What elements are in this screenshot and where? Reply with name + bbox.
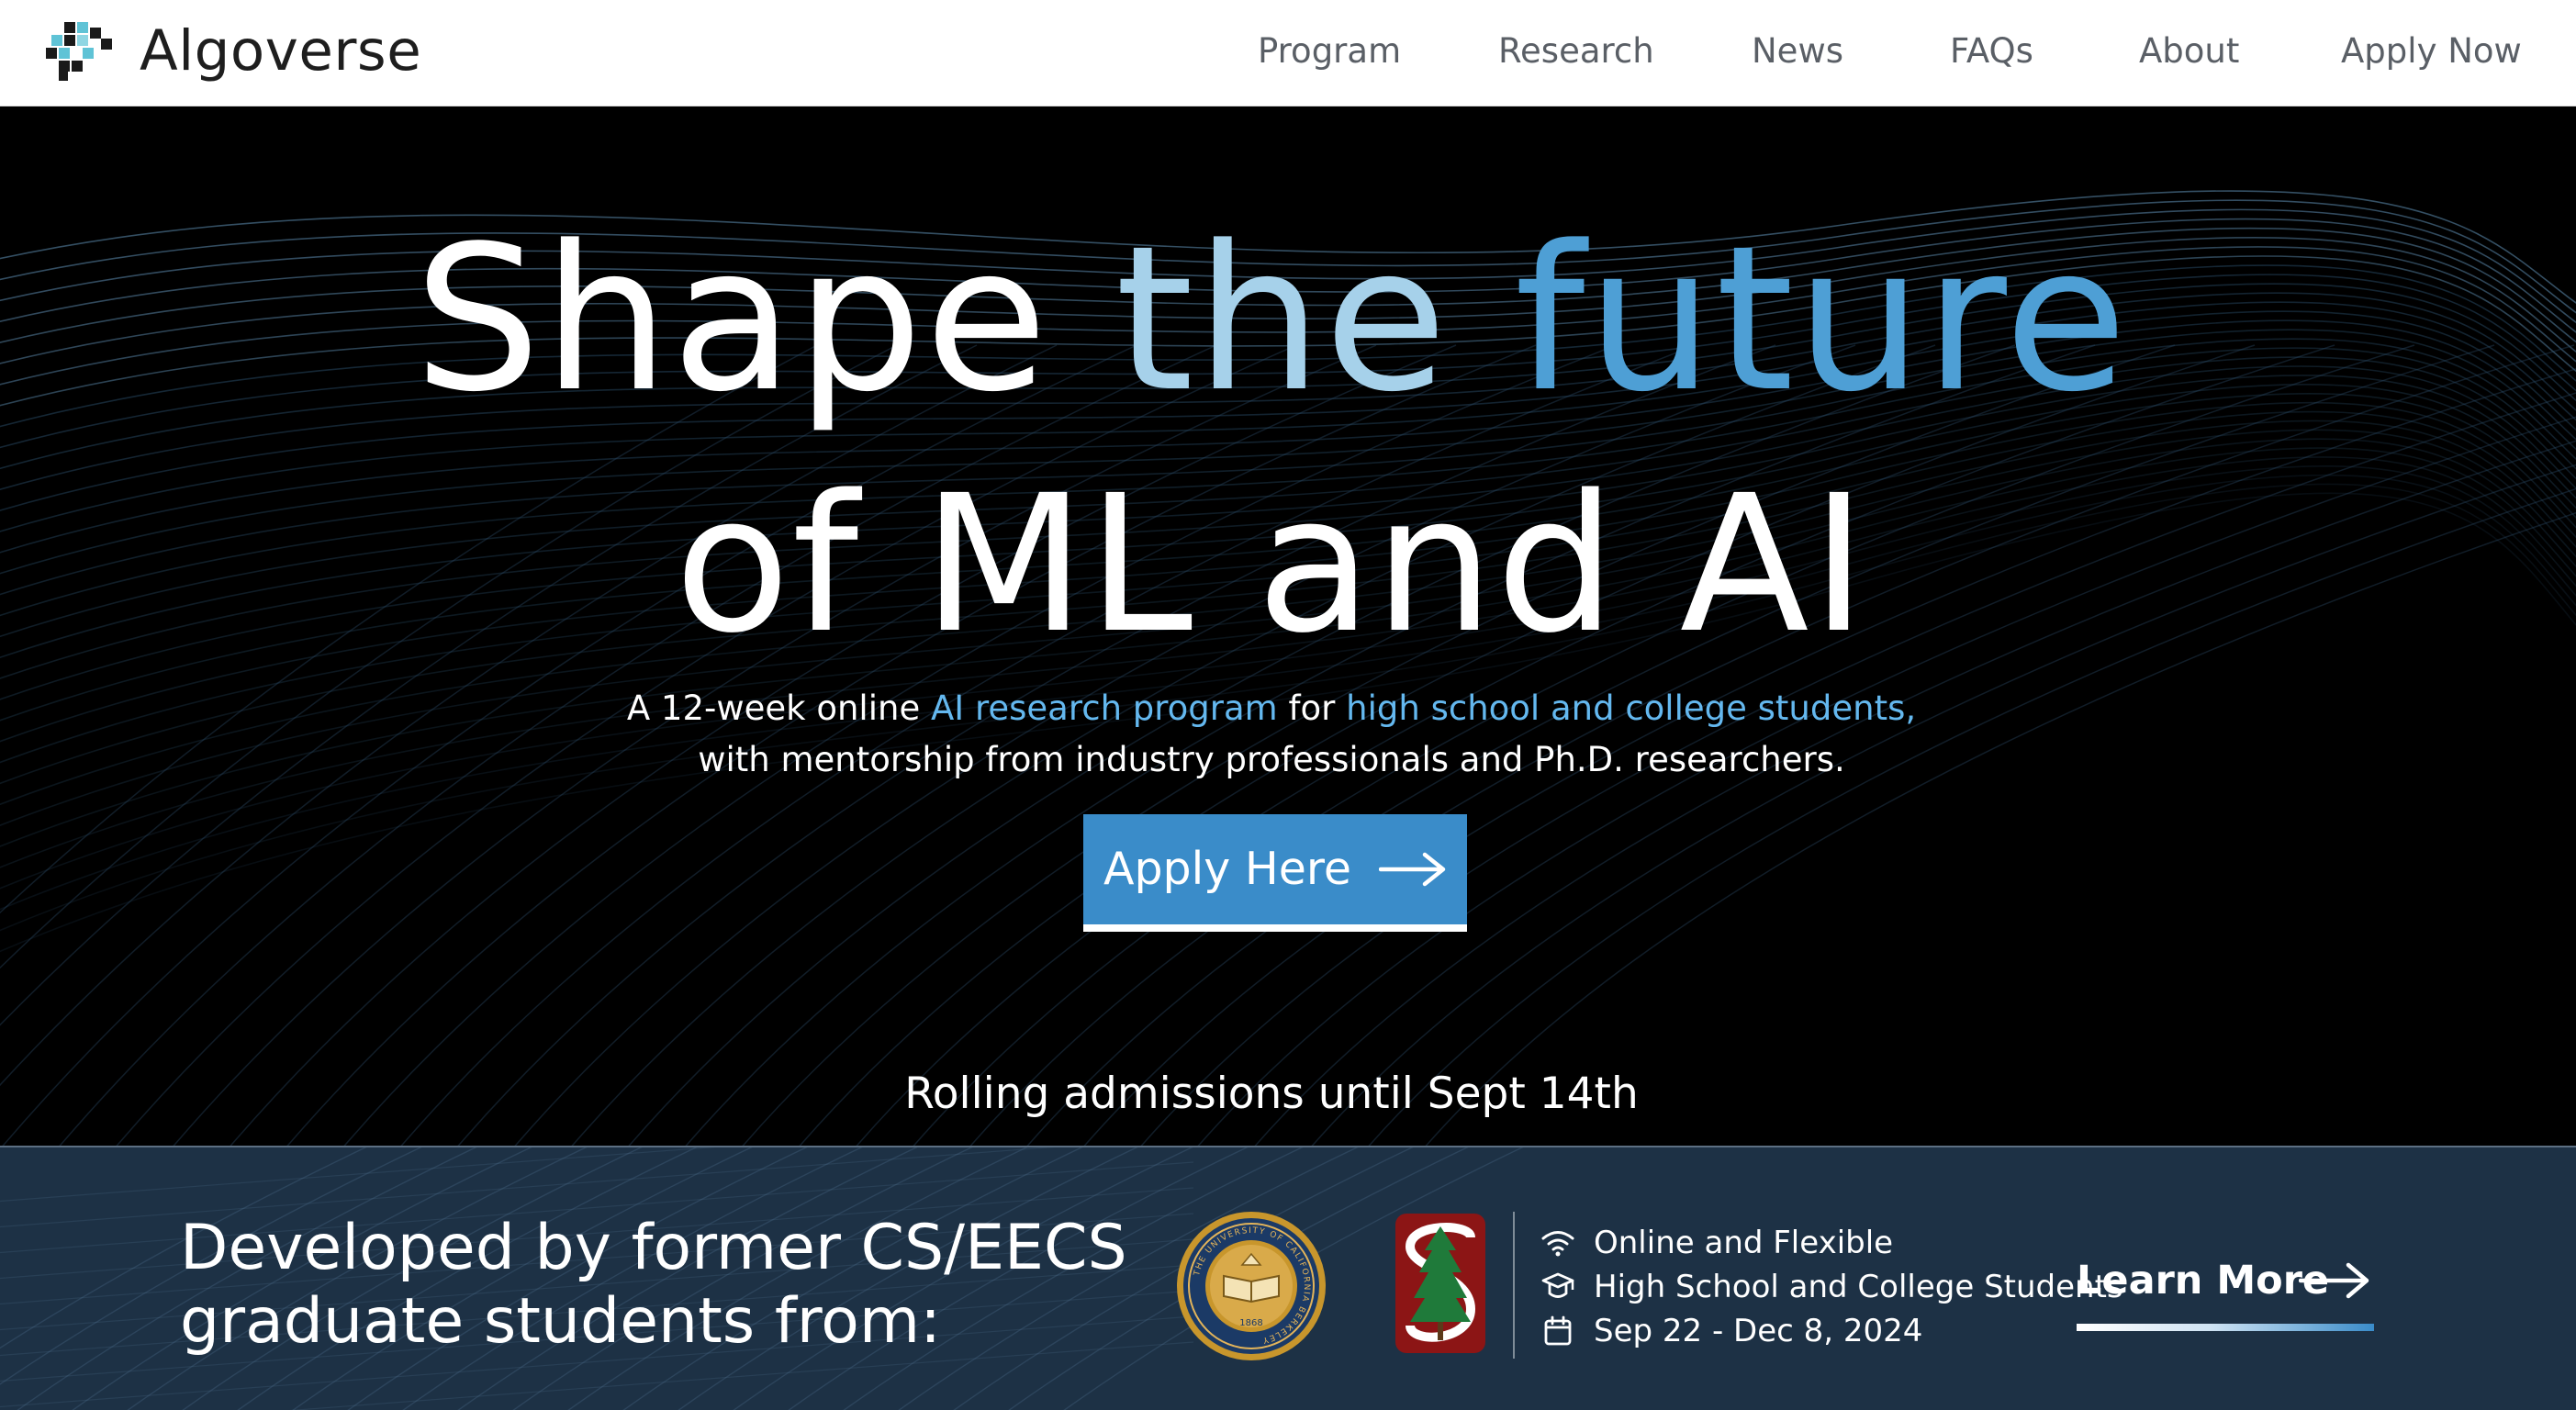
nav-link-faqs[interactable]: FAQs [1950, 29, 2033, 73]
hero-subtitle-line2: with mentorship from industry profession… [698, 740, 1845, 779]
nav-link-research[interactable]: Research [1498, 29, 1654, 73]
uc-berkeley-seal-icon: THE UNIVERSITY OF CALIFORNIA BERKELEY 18… [1177, 1212, 1326, 1360]
info-dates: Sep 22 - Dec 8, 2024 [1540, 1311, 1922, 1351]
stanford-logo-icon [1395, 1214, 1485, 1353]
nav-link-apply-now[interactable]: Apply Now [2341, 29, 2522, 73]
developed-by-band: Developed by former CS/EECS graduate stu… [0, 1146, 2576, 1410]
vertical-divider [1513, 1212, 1515, 1359]
headline-word-future: future [1514, 204, 2130, 436]
headline-word-the: the [1114, 204, 1450, 436]
info-text: Sep 22 - Dec 8, 2024 [1594, 1313, 1923, 1349]
seal-year: 1868 [1239, 1318, 1262, 1328]
top-navigation: Algoverse Program Research News FAQs Abo… [0, 0, 2576, 106]
wifi-icon [1541, 1231, 1574, 1257]
developed-by-line1: Developed by former CS/EECS [180, 1212, 1127, 1284]
info-text: Online and Flexible [1594, 1225, 1894, 1261]
subtitle-text: for [1288, 688, 1336, 728]
nav-link-news[interactable]: News [1752, 29, 1843, 73]
hero-headline-line1: Shape the future [0, 215, 2559, 426]
calendar-icon [1544, 1315, 1572, 1346]
headline-word-shape: Shape [413, 204, 1050, 436]
info-online-flexible: Online and Flexible [1540, 1223, 1893, 1263]
arrow-right-icon [2299, 1262, 2369, 1299]
learn-more-label: Learn More [2077, 1258, 2330, 1304]
subtitle-text: A 12-week online [626, 688, 921, 728]
info-text: High School and College Students [1594, 1269, 2123, 1305]
apply-here-label: Apply Here [1103, 843, 1352, 895]
hero-section: Shape the future of ML and AI A 12-week … [0, 106, 2576, 1146]
nav-link-program[interactable]: Program [1258, 29, 1401, 73]
students-link[interactable]: high school and college students, [1346, 688, 1916, 728]
learn-more-underline [2077, 1324, 2374, 1331]
learn-more-link[interactable]: Learn More [2077, 1248, 2374, 1331]
apply-here-button[interactable]: Apply Here [1083, 814, 1467, 932]
developed-by-line2: graduate students from: [180, 1285, 941, 1358]
developed-by-heading: Developed by former CS/EECS graduate stu… [180, 1212, 1127, 1359]
arrow-right-icon [1379, 852, 1446, 887]
nav-link-about[interactable]: About [2139, 29, 2239, 73]
ai-research-program-link[interactable]: AI research program [931, 688, 1278, 728]
brand-name[interactable]: Algoverse [140, 20, 421, 83]
info-students: High School and College Students [1540, 1267, 2123, 1307]
hero-headline-line2: of ML and AI [674, 454, 1869, 675]
admissions-note: Rolling admissions until Sept 14th [904, 1069, 1639, 1119]
hero-subtitle-line1: A 12-week online AI research program for… [0, 683, 2559, 734]
algoverse-logo-icon[interactable] [46, 20, 114, 81]
graduation-cap-icon [1541, 1272, 1574, 1298]
